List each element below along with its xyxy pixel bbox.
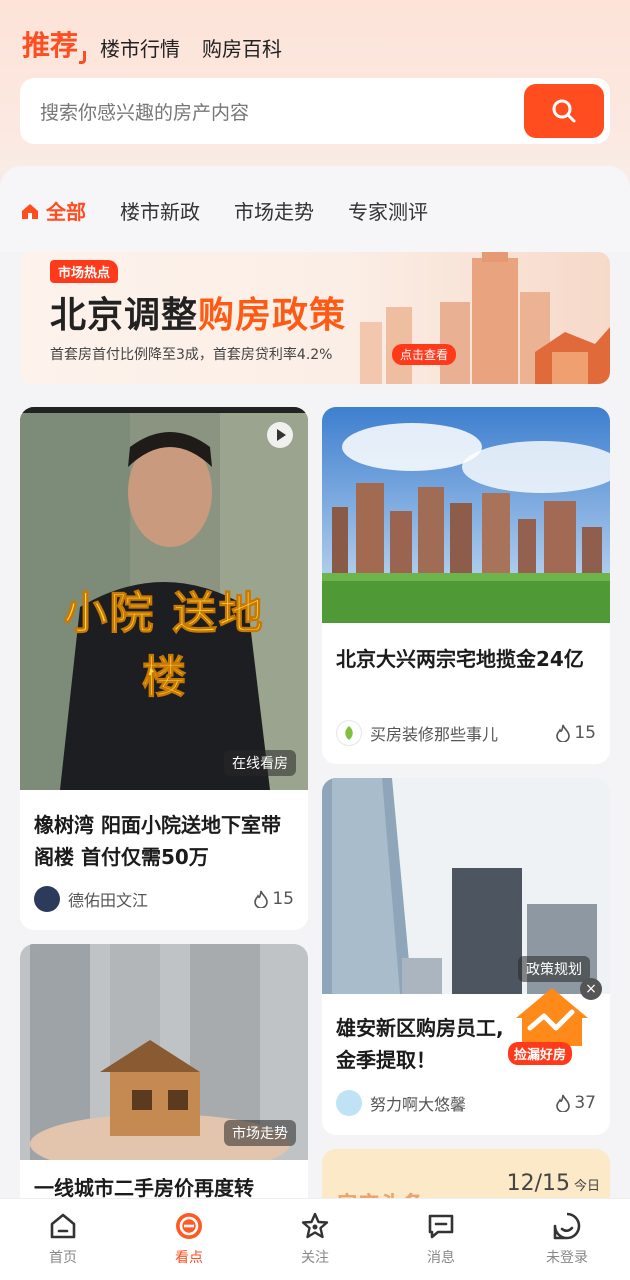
feed-card[interactable]: 政策规划 捡漏好房 × 雄安新区购房员工,金季提取！ 努力啊大悠馨 37	[322, 778, 610, 1135]
like-count-value: 15	[574, 723, 596, 743]
like-count[interactable]: 15	[555, 723, 596, 743]
buildings-photo	[322, 407, 610, 623]
flame-icon	[556, 724, 571, 742]
leaf-avatar-icon	[345, 726, 353, 740]
channel-new-policy[interactable]: 楼市新政	[120, 196, 200, 225]
nav-label: 首页	[49, 1250, 77, 1266]
home-icon	[22, 203, 38, 219]
search-bar[interactable]: 搜索你感兴趣的房产内容	[20, 78, 610, 144]
banner-tag: 市场热点	[50, 260, 119, 283]
feed-card-video[interactable]: 小院 送地 楼 在线看房 橡树湾 阳面小院送地下室带阁楼 首付仅需50万 德佑田…	[20, 407, 308, 930]
overlay-line-1: 小院 送地	[63, 588, 265, 640]
promo-close-icon[interactable]: ×	[580, 978, 602, 1000]
like-count[interactable]: 15	[253, 889, 294, 909]
tab-recommend[interactable]: 推荐	[22, 24, 87, 64]
feed-card[interactable]: 市场走势 一线城市二手房价再度转	[20, 944, 308, 1198]
nav-label: 消息	[427, 1250, 455, 1266]
channel-market-trend[interactable]: 市场走势	[234, 196, 314, 225]
card-date: 12/15	[506, 1171, 570, 1196]
tab-market[interactable]: 楼市行情	[100, 33, 180, 64]
card-partial-title: 房产头条	[336, 1187, 424, 1198]
card-tag: 在线看房	[224, 750, 296, 776]
house-icon	[516, 988, 588, 1046]
card-title: 北京大兴两宗宅地揽金24亿	[336, 647, 584, 671]
focus-icon	[176, 1213, 202, 1239]
flame-icon	[556, 1094, 571, 1112]
banner-title: 北京调整购房政策	[50, 286, 346, 338]
banner-title-main: 北京调整	[50, 295, 199, 336]
card-tag: 政策规划	[518, 956, 590, 982]
avatar	[34, 886, 60, 912]
avatar	[336, 720, 362, 746]
nav-home[interactable]: 首页	[18, 1211, 108, 1267]
card-meta: 买房装修那些事儿 15	[336, 720, 596, 746]
channel-all-label: 全部	[46, 200, 86, 224]
banner-subtitle: 首套房首付比例降至3成，首套房贷利率4.2%	[50, 347, 333, 363]
promo-label: 捡漏好房	[508, 1042, 573, 1065]
bottom-nav: 首页 看点 关注 消息 未登录	[0, 1198, 630, 1280]
flame-icon	[254, 890, 269, 908]
card-image	[322, 407, 610, 623]
play-icon[interactable]	[266, 421, 294, 449]
banner-title-highlight: 购房政策	[198, 295, 347, 336]
top-tabs: 推荐 楼市行情 购房百科	[22, 24, 282, 64]
search-button[interactable]	[524, 84, 604, 138]
banner-cta-button[interactable]: 点击查看	[392, 344, 457, 365]
like-count[interactable]: 37	[555, 1093, 596, 1113]
nav-label: 看点	[175, 1250, 203, 1266]
message-icon	[428, 1214, 454, 1239]
channel-expert-review[interactable]: 专家测评	[348, 196, 428, 225]
video-overlay-caption: 小院 送地 楼	[20, 577, 308, 705]
card-date-note: 今日	[573, 1179, 600, 1194]
search-input[interactable]: 搜索你感兴趣的房产内容	[40, 98, 524, 125]
like-count-value: 37	[574, 1093, 596, 1113]
nav-focus[interactable]: 看点	[144, 1211, 234, 1267]
nav-profile[interactable]: 未登录	[522, 1211, 612, 1267]
card-title: 一线城市二手房价再度转	[34, 1178, 254, 1198]
card-meta: 努力啊大悠馨 37	[336, 1090, 596, 1116]
card-meta: 德佑田文江 15	[34, 886, 294, 912]
nav-follow[interactable]: 关注	[270, 1211, 360, 1267]
policy-banner[interactable]: 市场热点 北京调整购房政策 首套房首付比例降至3成，首套房贷利率4.2% 点击查…	[20, 252, 610, 384]
tab-encyclopedia[interactable]: 购房百科	[202, 33, 282, 64]
profile-icon	[553, 1212, 581, 1240]
promo-badge[interactable]: 捡漏好房 ×	[508, 978, 602, 1070]
channel-tabs: 全部 楼市新政 市场走势 专家测评	[20, 196, 428, 225]
star-icon	[301, 1212, 329, 1239]
card-image: 政策规划	[322, 778, 610, 994]
card-tag: 市场走势	[224, 1120, 296, 1146]
channel-all[interactable]: 全部	[20, 196, 86, 225]
nav-messages[interactable]: 消息	[396, 1211, 486, 1267]
card-author: 努力啊大悠馨	[370, 1095, 467, 1114]
home-icon	[50, 1213, 76, 1239]
card-title: 橡树湾 阳面小院送地下室带阁楼 首付仅需50万	[34, 813, 281, 869]
feed-card[interactable]: 北京大兴两宗宅地揽金24亿 买房装修那些事儿 15	[322, 407, 610, 764]
card-image: 市场走势	[20, 944, 308, 1160]
avatar	[336, 1090, 362, 1116]
card-author: 买房装修那些事儿	[370, 725, 499, 744]
nav-label: 未登录	[546, 1250, 588, 1266]
overlay-line-2: 楼	[142, 652, 187, 704]
card-video-thumbnail: 小院 送地 楼 在线看房	[20, 407, 308, 790]
like-count-value: 15	[272, 889, 294, 909]
card-title: 雄安新区购房员工,金季提取！	[336, 1016, 504, 1072]
nav-label: 关注	[301, 1250, 329, 1266]
card-author: 德佑田文江	[68, 891, 149, 910]
search-icon	[552, 99, 576, 123]
feed-card[interactable]: 房产头条 12/15 今日	[322, 1149, 610, 1198]
